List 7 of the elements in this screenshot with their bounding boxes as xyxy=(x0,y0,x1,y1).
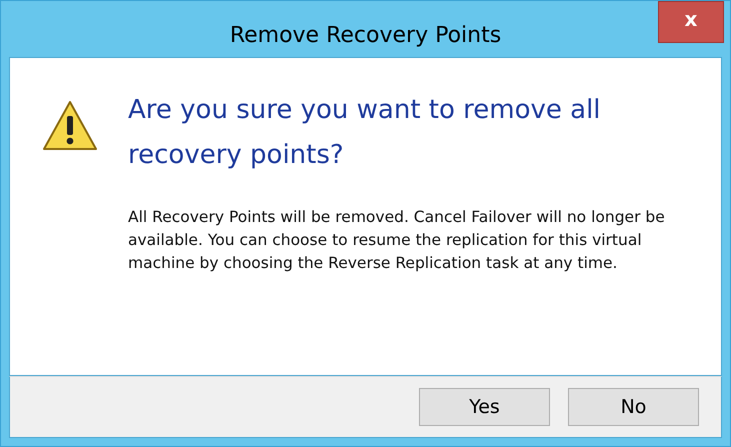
warning-icon xyxy=(42,100,98,152)
close-button[interactable]: x xyxy=(658,1,724,43)
dialog-heading: Are you sure you want to remove all recovery points? xyxy=(128,94,602,172)
dialog-button[interactable]: Yes xyxy=(419,388,550,426)
window-title: Remove Recovery Points xyxy=(230,22,502,48)
dialog-message: All Recovery Points will be removed. Cancel Failover will no longer be available. You can choose to resume the replication for this virtual machine by choosing the Reverse Replication task at any time. xyxy=(128,207,666,274)
dialog-button[interactable]: No xyxy=(568,388,699,426)
